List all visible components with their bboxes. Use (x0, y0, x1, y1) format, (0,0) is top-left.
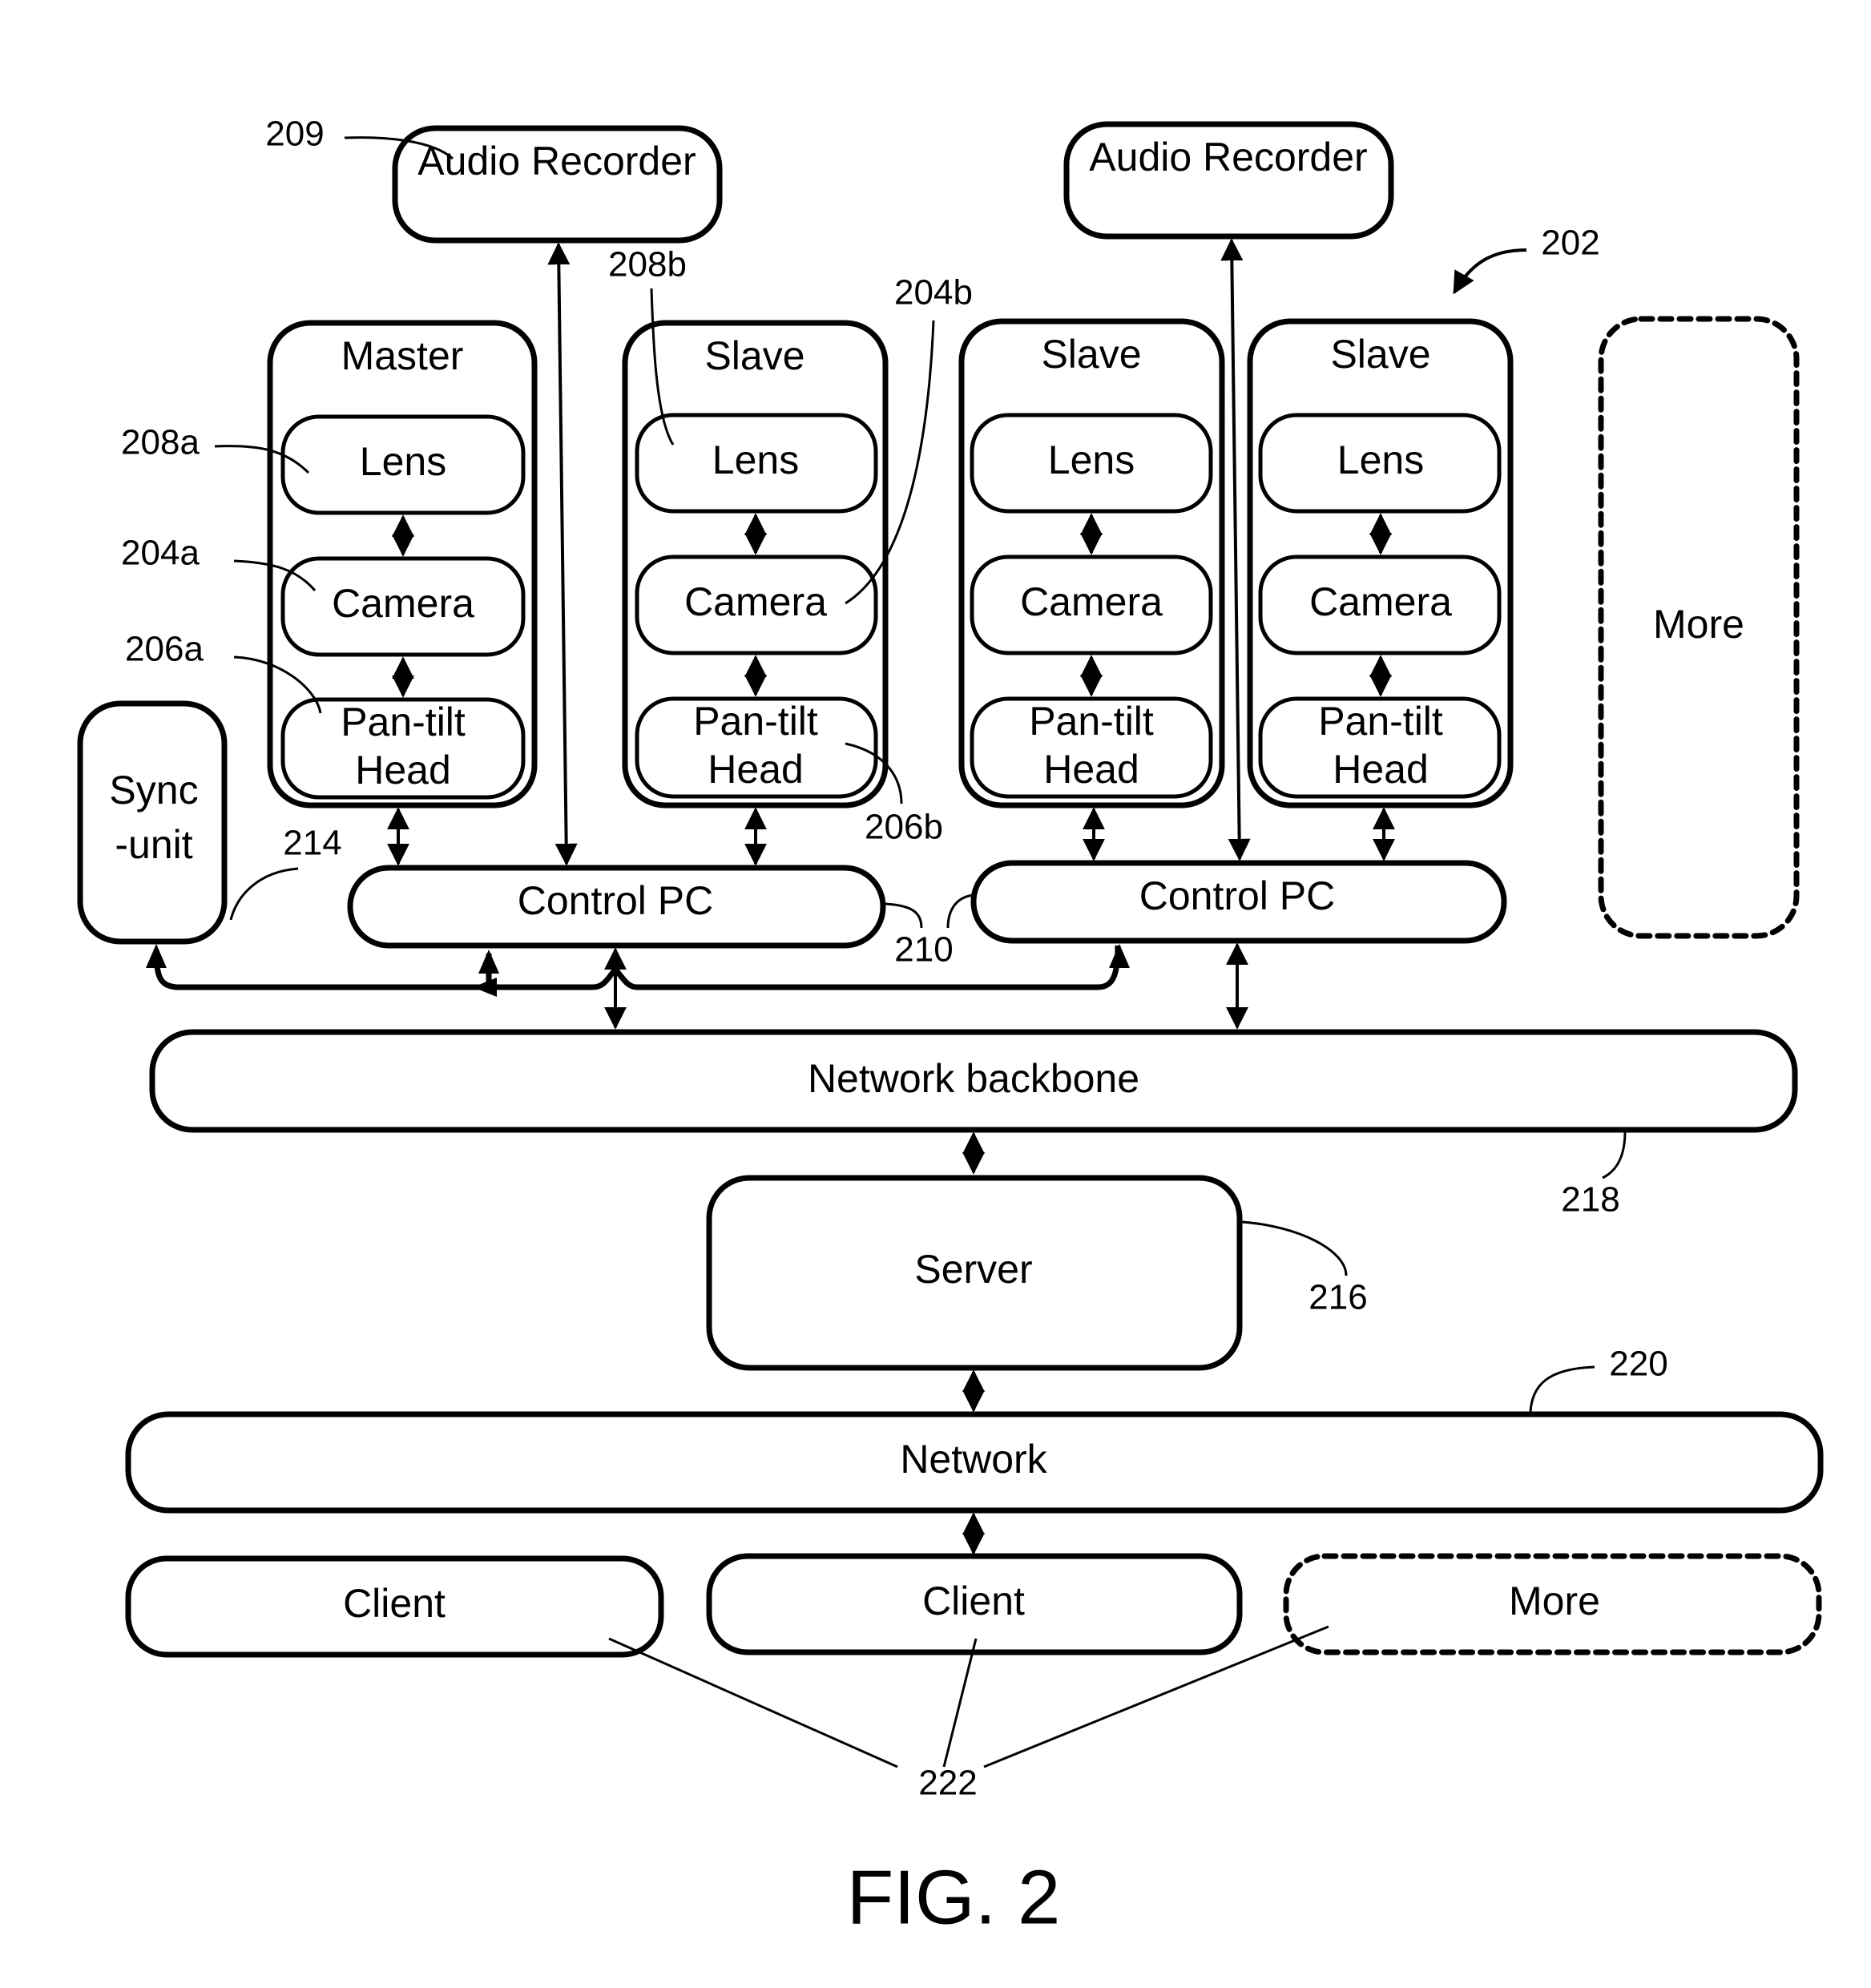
lens-label: Lens (712, 438, 799, 482)
head-label: Head (708, 747, 804, 792)
control-pc-label: Control PC (518, 878, 714, 923)
leader-216 (1241, 1220, 1348, 1276)
audio-recorder-slave: Audio Recorder (1063, 121, 1394, 240)
server-label: Server (914, 1247, 1032, 1292)
audio-recorder-label: Audio Recorder (1089, 135, 1367, 179)
camera-unit-slave-1: Slave Lens Camera Pan-tilt Head (622, 320, 889, 809)
more-camera-units: More (1598, 316, 1800, 939)
figure-caption: FIG. 2 (847, 1854, 1061, 1940)
sync-unit: Sync -unit (77, 700, 228, 945)
ref-210: 210 (894, 930, 953, 970)
head-label: Head (1333, 747, 1429, 792)
unit-role-label: Master (341, 333, 464, 378)
client-label: Client (922, 1579, 1025, 1623)
ref-202: 202 (1541, 224, 1599, 263)
sync-label-line1: Sync (109, 768, 198, 813)
ref-220: 220 (1609, 1345, 1667, 1384)
more-clients: More (1283, 1553, 1822, 1655)
sync-bus (153, 945, 1121, 990)
lens-label: Lens (1337, 438, 1424, 482)
leader-214 (229, 867, 299, 921)
ref-218: 218 (1561, 1180, 1619, 1220)
unit-role-label: Slave (704, 333, 804, 378)
ref-204b: 204b (894, 273, 973, 313)
control-pc-1: Control PC (347, 865, 886, 949)
link-audio1-pc (547, 242, 578, 866)
audio-recorder-master: Audio Recorder (392, 125, 723, 244)
unit-role-label: Slave (1330, 332, 1430, 377)
camera-label: Camera (332, 581, 474, 626)
sync-label-line2: -unit (115, 822, 192, 867)
ref-214: 214 (283, 824, 341, 863)
leader-222-b (942, 1638, 978, 1768)
camera-label: Camera (684, 579, 827, 624)
control-pc-label: Control PC (1139, 873, 1336, 918)
pan-tilt-label: Pan-tilt (341, 700, 466, 744)
leader-210-right (946, 893, 974, 929)
camera-unit-slave-3: Slave Lens Camera Pan-tilt Head (1247, 318, 1514, 809)
leader-218 (1602, 1131, 1627, 1179)
client-label: Client (343, 1581, 446, 1626)
network: Network (125, 1411, 1824, 1514)
head-label: Head (1043, 747, 1139, 792)
ref-206b: 206b (865, 808, 943, 847)
control-pc-2: Control PC (970, 860, 1507, 944)
lens-label: Lens (1048, 438, 1135, 482)
leader-202 (1453, 248, 1527, 295)
ref-206a: 206a (125, 630, 204, 669)
lens-label: Lens (360, 439, 446, 484)
client-1: Client (125, 1555, 664, 1658)
leader-222-a (608, 1637, 898, 1768)
server: Server (706, 1175, 1243, 1371)
ref-204a: 204a (121, 534, 200, 573)
network-label: Network (900, 1437, 1047, 1482)
ref-208a: 208a (121, 423, 200, 462)
head-label: Head (355, 748, 451, 792)
camera-label: Camera (1309, 579, 1452, 624)
system-diagram: Audio Recorder Audio Recorder 209 202 Ma… (77, 115, 1824, 1940)
pan-tilt-label: Pan-tilt (1029, 699, 1154, 744)
network-backbone: Network backbone (149, 1029, 1798, 1133)
network-backbone-label: Network backbone (808, 1056, 1139, 1101)
unit-role-label: Slave (1041, 332, 1141, 377)
ref-222: 222 (918, 1764, 977, 1803)
pan-tilt-label: Pan-tilt (693, 699, 818, 744)
camera-label: Camera (1020, 579, 1163, 624)
camera-unit-slave-2: Slave Lens Camera Pan-tilt Head (958, 318, 1225, 809)
ref-216: 216 (1308, 1278, 1367, 1317)
more-clients-label: More (1509, 1579, 1600, 1623)
camera-unit-master: Master Lens Camera Pan-tilt Head (267, 320, 538, 809)
ref-208b: 208b (608, 245, 687, 284)
pan-tilt-label: Pan-tilt (1318, 699, 1443, 744)
ref-209: 209 (265, 115, 324, 154)
audio-recorder-label: Audio Recorder (417, 139, 696, 183)
leader-210-left (885, 902, 923, 929)
leader-220 (1529, 1365, 1595, 1413)
more-label: More (1653, 602, 1744, 647)
link-audio2-pc (1220, 238, 1251, 861)
client-2: Client (706, 1553, 1243, 1655)
